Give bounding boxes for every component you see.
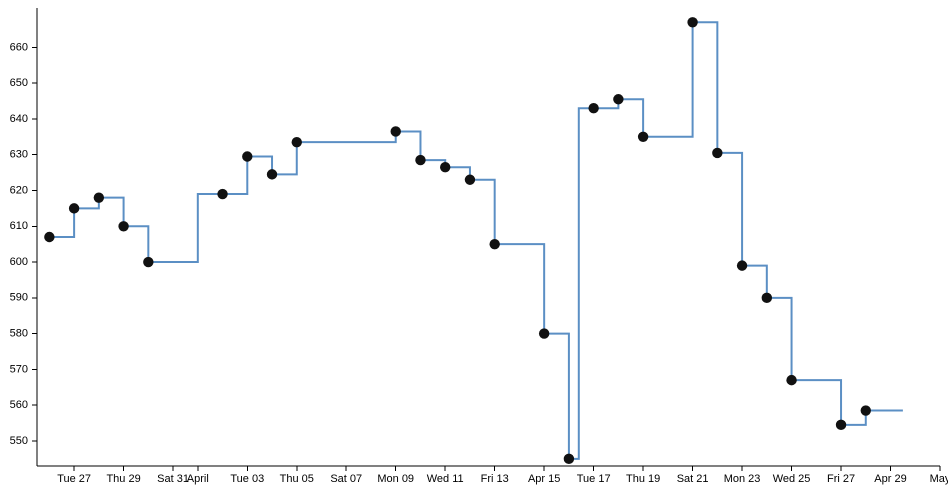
x-tick-label: Mon 23 [724, 473, 761, 485]
data-point-marker [464, 174, 476, 185]
x-tick-label: Sat 31 [157, 473, 189, 485]
x-tick-label: Tue 03 [230, 473, 264, 485]
data-point-marker [266, 169, 278, 180]
y-tick-label: 560 [10, 399, 28, 411]
data-point-marker [712, 147, 723, 159]
data-point-marker [761, 292, 773, 304]
data-point-marker [563, 453, 575, 465]
y-tick-label: 550 [10, 435, 28, 447]
data-point-marker [489, 238, 500, 250]
data-point-marker [291, 136, 302, 148]
data-point-marker [736, 260, 748, 271]
data-point-marker [440, 162, 451, 173]
x-tick-label: Thu 29 [106, 473, 140, 485]
data-point-marker [118, 221, 129, 232]
data-point-marker [415, 154, 426, 166]
x-tick-label: Fri 27 [827, 473, 855, 485]
data-point-marker [860, 405, 871, 416]
data-point-marker [613, 94, 624, 105]
x-tick-label: Tue 27 [57, 473, 91, 485]
step-line-chart: 550 560 570 580 590 600 610 620 630 640 650 660 Tue… [10, 8, 948, 485]
y-tick-label: 640 [10, 113, 28, 125]
chart-container: 550 560 570 580 590 600 610 620 630 640 650 660 Tue… [0, 0, 948, 501]
data-point-marker [217, 188, 228, 200]
x-tick-label: Thu 05 [280, 473, 314, 485]
y-tick-label: 590 [10, 292, 28, 304]
data-point-marker [538, 328, 550, 339]
x-tick-label: Wed 11 [427, 473, 464, 485]
x-tick-label: Thu 19 [626, 473, 660, 485]
data-series-step-line [49, 21, 903, 460]
x-tick-label: Wed 25 [773, 473, 811, 485]
y-tick-label: 650 [10, 77, 28, 89]
x-tick-label-end: May [930, 473, 948, 485]
data-point-marker [93, 192, 105, 203]
data-point-marker [687, 17, 698, 28]
data-point-marker [68, 203, 80, 214]
data-point-marker [835, 419, 847, 431]
x-tick-label: Sat 21 [677, 473, 709, 485]
y-tick-label: 570 [10, 363, 28, 375]
data-point-marker [44, 231, 55, 243]
y-axis: 550 560 570 580 590 600 610 620 630 640 650 660 [10, 8, 38, 466]
x-tick-label: Mon 09 [377, 473, 414, 485]
data-point-marker [242, 151, 253, 162]
data-point-markers [44, 17, 871, 465]
y-tick-label: 620 [10, 184, 28, 196]
x-tick-label: Fri 13 [481, 473, 509, 485]
y-tick-label: 660 [10, 41, 28, 53]
y-tick-label: 610 [10, 220, 28, 232]
x-tick-label: Apr 15 [528, 473, 560, 485]
y-tick-label: 580 [10, 328, 28, 340]
x-tick-label: Apr 29 [874, 473, 906, 485]
data-point-marker [637, 131, 649, 143]
y-tick-label: 630 [10, 149, 28, 161]
x-tick-label: Sat 07 [330, 473, 362, 485]
x-axis: Tue 27 Thu 29 Sat 31April Tue 03 Thu 05 Sat 0… [37, 465, 948, 485]
y-tick-label: 600 [10, 256, 28, 268]
data-point-marker [143, 256, 154, 268]
x-tick-label: April [187, 473, 209, 485]
series-step-path [49, 21, 903, 460]
x-tick-label: Tue 17 [577, 473, 611, 485]
data-point-marker [786, 374, 797, 386]
data-point-marker [390, 126, 401, 137]
data-point-marker [588, 102, 599, 114]
